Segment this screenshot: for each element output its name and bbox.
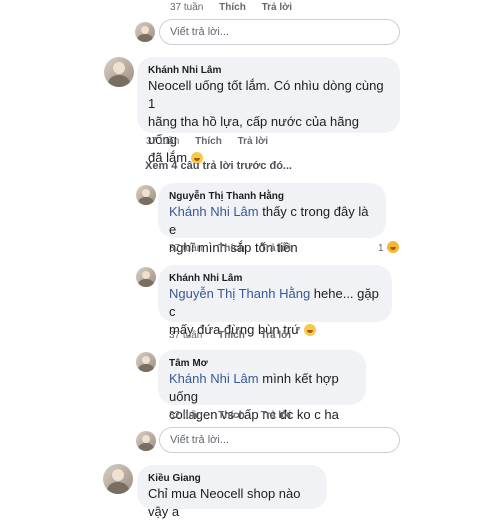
comment-bubble: Khánh Nhi Lâm Neocell uống tốt lắm. Có n…	[137, 57, 400, 165]
reply-author[interactable]: Khánh Nhi Lâm	[169, 272, 381, 285]
avatar	[136, 352, 156, 372]
top-reply-button[interactable]: Trả lời	[262, 2, 292, 13]
comments-panel: 37 tuần Thích Trả lời Viết trả lời... Kh…	[92, 0, 410, 519]
reply-input[interactable]: Viết trả lời...	[159, 19, 400, 45]
comment-author[interactable]: Khánh Nhi Lâm	[148, 64, 389, 77]
like-button[interactable]: Thích	[218, 243, 245, 254]
reply-button[interactable]: Trả lời	[261, 410, 291, 421]
reaction-count[interactable]: 1	[378, 241, 399, 254]
comment-time: 37 tuần	[146, 136, 180, 147]
comment-author[interactable]: Kiều Giang	[148, 472, 316, 485]
comment-meta: 37 tuần Thích Trả lời	[146, 136, 281, 148]
like-button[interactable]: Thích	[218, 330, 245, 341]
top-time: 37 tuần	[170, 2, 204, 13]
reply-input-placeholder: Viết trả lời...	[170, 434, 229, 446]
view-previous-replies-link[interactable]: Xem 4 câu trả lời trước đó...	[145, 160, 292, 172]
avatar	[136, 267, 156, 287]
haha-reaction-icon	[386, 241, 399, 253]
avatar	[103, 464, 133, 494]
reply-button[interactable]: Trả lời	[261, 330, 291, 341]
top-like-button[interactable]: Thích	[219, 2, 246, 13]
avatar	[104, 57, 134, 87]
reply-bubble: Tâm Mơ Khánh Nhi Lâm mình kết hợp uống c…	[158, 350, 366, 422]
reply-bubble: Khánh Nhi Lâm Nguyễn Thị Thanh Hằng hehe…	[158, 265, 392, 337]
grin-emoji-icon	[303, 324, 316, 336]
comment-bubble: Kiều Giang Chỉ mua Neocell shop nào vậy …	[137, 465, 327, 519]
reply-time: 37 tuần	[169, 330, 203, 341]
reply-button[interactable]: Trả lời	[261, 243, 291, 254]
mention-link[interactable]: Nguyễn Thị Thanh Hằng	[169, 286, 310, 301]
reply-bubble: Nguyễn Thị Thanh Hằng Khánh Nhi Lâm thấy…	[158, 183, 386, 255]
reply-input[interactable]: Viết trả lời...	[159, 427, 400, 453]
reply-author[interactable]: Nguyễn Thị Thanh Hằng	[169, 190, 375, 203]
mention-link[interactable]: Khánh Nhi Lâm	[169, 371, 259, 386]
reply-meta: 32 tuần Thích Trả lời	[169, 410, 304, 422]
reply-input-placeholder: Viết trả lời...	[170, 26, 229, 38]
reply-button[interactable]: Trả lời	[238, 136, 268, 147]
reply-author[interactable]: Tâm Mơ	[169, 357, 355, 370]
like-button[interactable]: Thích	[218, 410, 245, 421]
comment-text: Chỉ mua Neocell shop nào vậy a	[148, 486, 301, 519]
avatar	[136, 185, 156, 205]
mention-link[interactable]: Khánh Nhi Lâm	[169, 204, 259, 219]
like-button[interactable]: Thích	[195, 136, 222, 147]
reply-time: 32 tuần	[169, 410, 203, 421]
top-comment-meta: 37 tuần Thích Trả lời	[170, 2, 305, 14]
reply-meta: 37 tuần Thích Trả lời	[169, 243, 304, 255]
reply-time: 37 tuần	[169, 243, 203, 254]
reply-meta: 37 tuần Thích Trả lời	[169, 330, 304, 342]
comment-text: Neocell uống tốt lắm. Có nhìu dòng cùng …	[148, 77, 389, 167]
avatar	[135, 22, 155, 42]
comment-text-line: Neocell uống tốt lắm. Có nhìu dòng cùng …	[148, 78, 384, 111]
avatar	[136, 431, 156, 451]
